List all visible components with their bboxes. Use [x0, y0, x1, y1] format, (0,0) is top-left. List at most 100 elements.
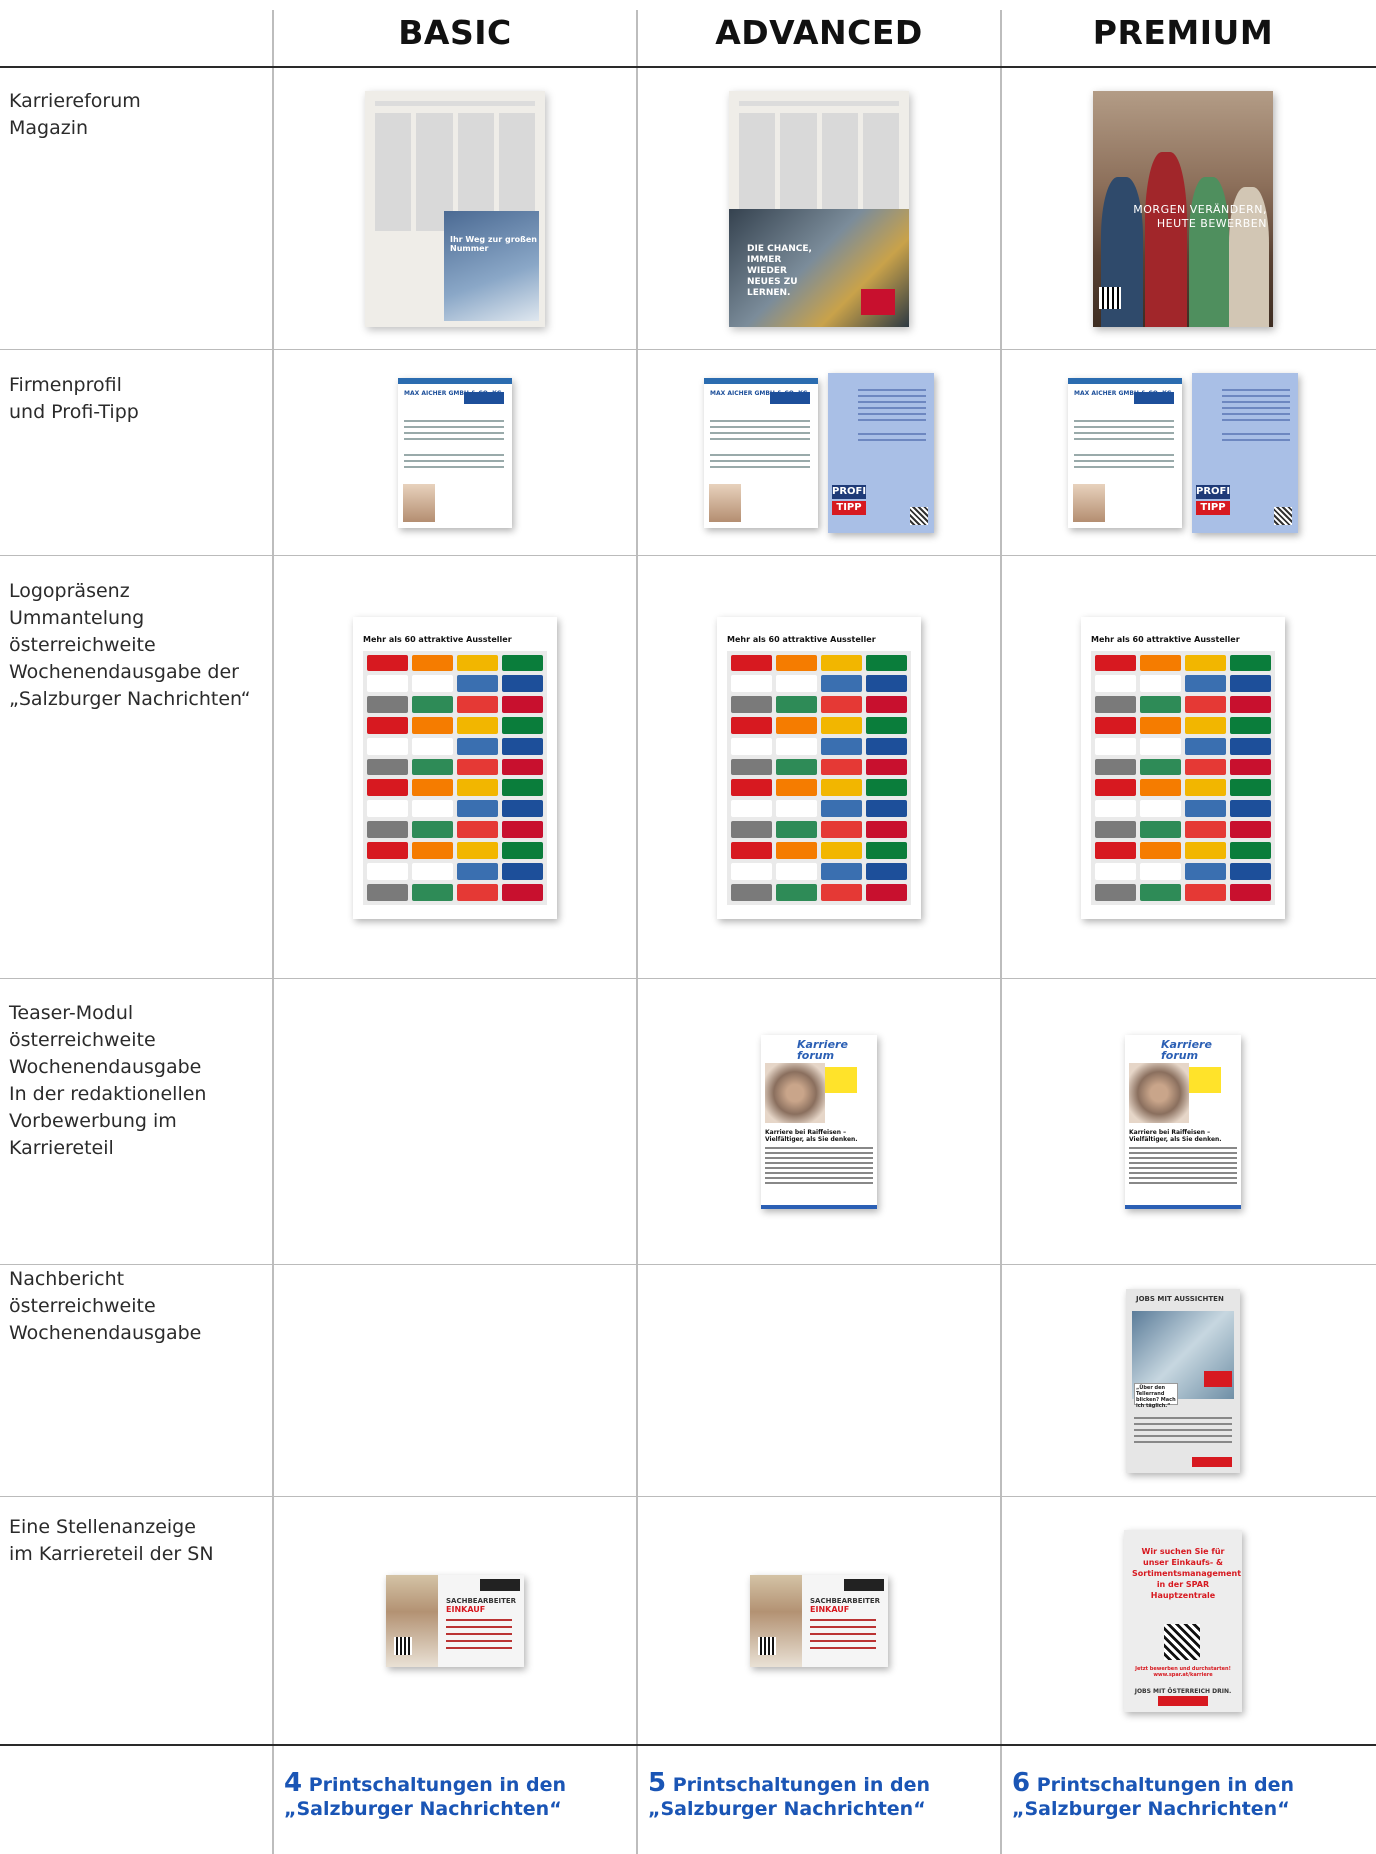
exhibitor-logo-icon — [821, 675, 862, 693]
exhibitor-logo-icon — [731, 779, 772, 797]
exhibitor-logo-icon — [731, 654, 772, 672]
exhibitor-logo-icon — [866, 800, 907, 818]
qr-code-icon — [910, 507, 928, 525]
footer-advanced: 5 Printschaltungen in den „Salzburger Na… — [648, 1768, 930, 1820]
exhibitor-logo-icon — [367, 758, 408, 776]
exhibitor-logos-thumbnail: Mehr als 60 attraktive Aussteller — [353, 616, 557, 919]
qr-code-icon — [1274, 507, 1292, 525]
exhibitor-logo-icon — [776, 821, 817, 838]
teaser-module-thumbnail: Karriere forum Karriere bei Raiffeisen –… — [761, 1035, 877, 1209]
exhibitor-logo-icon — [502, 737, 543, 755]
exhibitor-logo-icon — [457, 821, 498, 838]
qr-code-icon — [1099, 286, 1121, 309]
tier-advanced-header: ADVANCED — [715, 12, 923, 52]
exhibitor-logo-icon — [866, 737, 907, 755]
exhibitor-logo-icon — [1230, 821, 1271, 838]
exhibitor-logo-icon — [412, 716, 453, 734]
tier-premium-header: PREMIUM — [1092, 12, 1274, 52]
company-profile-thumbnail: MAX AICHER GMBH & CO. KG — [398, 378, 512, 528]
tier-basic-header: BASIC — [398, 12, 512, 52]
exhibitor-logo-icon — [1185, 800, 1226, 818]
row-label-logopraesenz: Logopräsenz Ummantelung österreichweite … — [9, 580, 251, 710]
exhibitor-logo-icon — [457, 675, 498, 693]
exhibitor-logo-icon — [412, 800, 453, 818]
exhibitor-logo-icon — [1140, 696, 1181, 713]
logos-advanced-cell: Mehr als 60 attraktive Aussteller — [638, 557, 1000, 978]
exhibitor-logo-icon — [1185, 862, 1226, 880]
exhibitor-logo-icon — [776, 675, 817, 693]
exhibitor-logo-icon — [776, 862, 817, 880]
exhibitor-logo-icon — [1095, 841, 1136, 859]
exhibitor-logo-icon — [821, 654, 862, 672]
exhibitor-logo-icon — [1230, 779, 1271, 797]
exhibitor-logo-icon — [367, 779, 408, 797]
exhibitor-logo-icon — [731, 800, 772, 818]
exhibitor-logo-icon — [776, 800, 817, 818]
exhibitor-logo-icon — [821, 862, 862, 880]
exhibitor-logo-icon — [821, 883, 862, 901]
logos-premium-cell: Mehr als 60 attraktive Aussteller — [1002, 557, 1364, 978]
exhibitor-logo-icon — [457, 862, 498, 880]
footer-count: 5 — [648, 1768, 667, 1798]
exhibitor-logo-icon — [367, 821, 408, 838]
exhibitor-logo-icon — [1140, 883, 1181, 901]
report-thumbnail: JOBS MIT AUSSICHTEN „Über den Tellerrand… — [1126, 1289, 1240, 1473]
exhibitor-logo-icon — [1140, 675, 1181, 693]
exhibitor-logo-icon — [1140, 737, 1181, 755]
exhibitor-logo-icon — [1140, 800, 1181, 818]
avatar — [709, 484, 741, 522]
exhibitor-logos-thumbnail: Mehr als 60 attraktive Aussteller — [1081, 616, 1285, 919]
exhibitor-logo-icon — [866, 883, 907, 901]
exhibitor-logo-icon — [866, 675, 907, 693]
exhibitor-logo-icon — [731, 737, 772, 755]
exhibitor-logo-icon — [412, 675, 453, 693]
qr-code-icon — [1164, 1624, 1200, 1660]
exhibitor-logo-icon — [1095, 821, 1136, 838]
exhibitor-logo-icon — [821, 716, 862, 734]
exhibitor-logo-icon — [1140, 779, 1181, 797]
qr-code-icon — [758, 1637, 776, 1655]
exhibitor-logo-icon — [731, 821, 772, 838]
exhibitor-logo-icon — [1140, 821, 1181, 838]
karriereforum-logo: Karriere forum — [797, 1038, 848, 1062]
exhibitor-logo-icon — [367, 800, 408, 818]
exhibitor-logo-icon — [367, 883, 408, 901]
exhibitor-logo-icon — [1185, 696, 1226, 713]
exhibitor-logo-icon — [412, 841, 453, 859]
company-logo-icon — [770, 392, 810, 404]
exhibitor-logo-icon — [731, 716, 772, 734]
row-label-nachbericht: Nachbericht österreichweite Wochenendaus… — [9, 1268, 202, 1344]
magazine-advanced-cell: DIE CHANCE, IMMER WIEDER NEUES ZU LERNEN… — [638, 68, 1000, 349]
exhibitor-logo-icon — [367, 737, 408, 755]
exhibitor-logo-icon — [502, 862, 543, 880]
exhibitor-logo-icon — [776, 654, 817, 672]
exhibitor-logo-icon — [1185, 883, 1226, 901]
exhibitor-logo-icon — [821, 779, 862, 797]
logo-grid — [363, 650, 547, 905]
exhibitor-logo-icon — [866, 779, 907, 797]
exhibitor-logo-icon — [776, 716, 817, 734]
row-divider — [0, 349, 1376, 350]
footer-premium: 6 Printschaltungen in den „Salzburger Na… — [1012, 1768, 1294, 1820]
exhibitor-logo-icon — [776, 883, 817, 901]
exhibitor-logo-icon — [412, 779, 453, 797]
exhibitor-logo-icon — [412, 821, 453, 838]
magazine-premium-cover: MORGEN VERÄNDERN, HEUTE BEWERBEN — [1093, 90, 1273, 327]
exhibitor-logo-icon — [457, 841, 498, 859]
exhibitor-logo-icon — [731, 883, 772, 901]
exhibitor-logo-icon — [1185, 841, 1226, 859]
exhibitor-logo-icon — [367, 654, 408, 672]
exhibitor-logo-icon — [821, 841, 862, 859]
job-ad-premium-cell: Wir suchen Sie für unser Einkaufs- & Sor… — [1002, 1498, 1364, 1744]
company-logo-icon — [464, 392, 504, 404]
exhibitor-logo-icon — [821, 800, 862, 818]
teaser-advanced-cell: Karriere forum Karriere bei Raiffeisen –… — [638, 980, 1000, 1264]
exhibitor-logo-icon — [502, 821, 543, 838]
exhibitor-logo-icon — [1230, 737, 1271, 755]
exhibitor-logo-icon — [1095, 758, 1136, 776]
exhibitor-logo-icon — [776, 841, 817, 859]
exhibitor-logo-icon — [731, 862, 772, 880]
exhibitor-logo-icon — [457, 737, 498, 755]
exhibitor-logo-icon — [1140, 654, 1181, 672]
report-premium-cell: JOBS MIT AUSSICHTEN „Über den Tellerrand… — [1002, 1266, 1364, 1496]
